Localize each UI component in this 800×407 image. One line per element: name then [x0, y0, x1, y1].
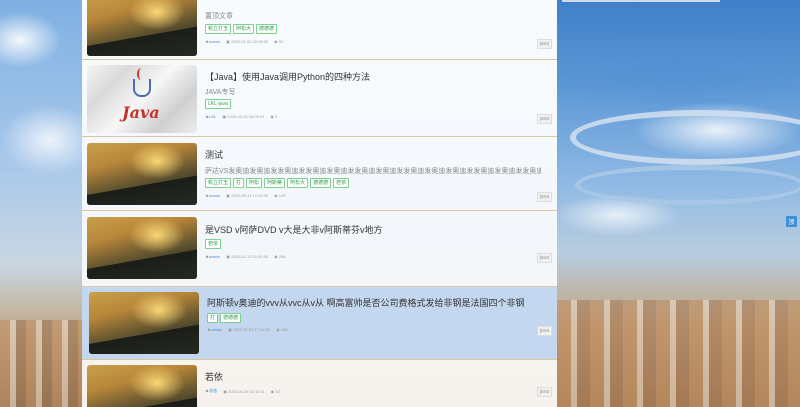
post-title[interactable]: 是VSD v阿萨DVD v大是大非v阿斯蒂芬v地方	[205, 223, 383, 236]
post-date: 2022-01-03 17:44:53	[233, 327, 271, 332]
tag[interactable]: 若依	[333, 178, 350, 188]
tag[interactable]: 德德德	[310, 178, 332, 188]
post-excerpt: 置顶文章	[205, 13, 233, 20]
post-date: 2022-01-04 22:11:11	[228, 388, 265, 394]
post-excerpt: 萨达VS发奥迪发奥迪发发奥迪发发奥迪发奥迪发发奥迪发奥迪发发奥迪发奥迪发奥迪发发…	[205, 168, 541, 175]
post-item[interactable]: 网萨 置顶文章 帆立打玉 阿松大 德德德 ☻admin ▣ 2022-01-02…	[82, 0, 557, 60]
post-tags: LKL-java	[205, 99, 231, 109]
post-title[interactable]: 测试	[205, 148, 223, 161]
post-meta: ☻admin ▣ 2022-01-02 22:28:29 ◉ 50	[205, 39, 283, 44]
post-thumbnail[interactable]	[87, 143, 197, 205]
post-date: 2022-01-02 22:28:29	[231, 39, 269, 44]
eye-icon: ◉ 50	[274, 39, 284, 44]
post-tags: 打 德德德	[207, 313, 242, 323]
post-category[interactable]: java	[536, 253, 552, 263]
post-category[interactable]: java	[536, 192, 552, 202]
post-item[interactable]: 测试 萨达VS发奥迪发奥迪发发奥迪发发奥迪发奥迪发发奥迪发奥迪发发奥迪发奥迪发奥…	[82, 137, 557, 211]
tag[interactable]: LKL-java	[205, 99, 231, 109]
post-author[interactable]: admin	[211, 327, 222, 332]
tag[interactable]: 帆立打玉	[205, 24, 232, 34]
post-meta: ☻LKL ▣ 2026-02-20 15:00:21 ◉ 3	[205, 114, 277, 119]
post-item[interactable]: 若依 ☻若依 ▣ 2022-01-04 22:11:11 ◉ 10 java	[82, 360, 557, 407]
tag[interactable]: 阿松大	[233, 24, 255, 34]
post-date: 2022-05-13 17:12:20	[231, 193, 269, 198]
tag[interactable]: 若依	[205, 239, 222, 249]
post-thumbnail[interactable]	[89, 292, 199, 354]
eye-icon: ◉ 208	[274, 254, 286, 259]
calendar-icon: ▣ 2022-01-13 01:40:54	[226, 254, 269, 259]
user-icon: ☻若依	[205, 388, 218, 393]
post-tags: 若依	[205, 239, 222, 249]
user-icon: ☻admin	[205, 254, 221, 259]
tag[interactable]: 德德德	[256, 24, 278, 34]
post-author[interactable]: admin	[209, 254, 220, 259]
post-category[interactable]: java	[536, 39, 552, 49]
post-thumbnail[interactable]	[87, 365, 197, 407]
post-views: 50	[278, 39, 284, 44]
post-views: 3	[275, 114, 278, 119]
calendar-icon: ▣ 2022-01-02 22:28:29	[226, 39, 269, 44]
background-ring	[575, 165, 800, 205]
post-category[interactable]: java	[536, 114, 552, 124]
post-list: 网萨 置顶文章 帆立打玉 阿松大 德德德 ☻admin ▣ 2022-01-02…	[82, 0, 557, 407]
background-city-right	[557, 300, 800, 407]
tag[interactable]: 打	[233, 178, 245, 188]
java-logo: Java	[122, 103, 160, 122]
post-category[interactable]: java	[536, 326, 552, 336]
post-views: 10	[275, 388, 280, 394]
post-views: 125	[278, 193, 286, 198]
calendar-icon: ▣ 2022-01-03 17:44:53	[228, 327, 271, 332]
user-icon: ☻admin	[207, 327, 223, 332]
eye-icon: ◉ 10	[270, 388, 280, 394]
user-icon: ☻admin	[205, 193, 221, 198]
calendar-icon: ▣ 2026-02-20 15:00:21	[222, 114, 265, 119]
calendar-icon: ▣ 2022-05-13 17:12:20	[226, 193, 269, 198]
eye-icon: ◉ 146	[276, 327, 288, 332]
post-title[interactable]: 若依	[205, 370, 223, 383]
eye-icon: ◉ 125	[274, 193, 286, 198]
tag[interactable]: 阿斯蒂	[264, 178, 286, 188]
post-thumbnail[interactable]: Java	[87, 65, 197, 133]
post-tags: 帆立打玉 阿松大 德德德	[205, 24, 278, 34]
post-item[interactable]: 阿斯顿v奥迪的vvv从vvc从v从 啊高富帅是否公司费格式发给非钢是法国四个非钢…	[82, 287, 557, 360]
back-to-top-button[interactable]: 顶	[786, 216, 797, 227]
calendar-icon: ▣ 2022-01-04 22:11:11	[223, 388, 265, 394]
post-thumbnail[interactable]	[87, 0, 197, 56]
post-meta: ☻admin ▣ 2022-01-13 01:40:54 ◉ 208	[205, 254, 285, 259]
post-date: 2022-01-13 01:40:54	[231, 254, 269, 259]
java-cup-icon	[133, 79, 151, 97]
post-item[interactable]: Java 【Java】使用Java调用Python的四种方法 JAVA专写 LK…	[82, 60, 557, 137]
post-author[interactable]: admin	[209, 193, 220, 198]
tag[interactable]: 阿松大	[287, 178, 309, 188]
tag[interactable]: 阿松	[246, 178, 263, 188]
background-city-left	[0, 320, 82, 407]
post-views: 146	[280, 327, 288, 332]
post-views: 208	[278, 254, 286, 259]
tag[interactable]: 打	[207, 313, 219, 323]
eye-icon: ◉ 3	[270, 114, 278, 119]
post-author[interactable]: 若依	[209, 388, 217, 393]
post-date: 2026-02-20 15:00:21	[227, 114, 265, 119]
post-title[interactable]: 网萨	[205, 0, 223, 1]
post-title[interactable]: 阿斯顿v奥迪的vvv从vvc从v从 啊高富帅是否公司费格式发给非钢是法国四个非钢	[207, 296, 525, 309]
post-meta: ☻admin ▣ 2022-05-13 17:12:20 ◉ 125	[205, 193, 285, 198]
user-icon: ☻LKL	[205, 114, 217, 119]
top-strip	[562, 0, 720, 2]
post-title[interactable]: 【Java】使用Java调用Python的四种方法	[205, 70, 370, 83]
post-meta: ☻admin ▣ 2022-01-03 17:44:53 ◉ 146	[207, 327, 287, 332]
post-meta: ☻若依 ▣ 2022-01-04 22:11:11 ◉ 10	[205, 388, 280, 394]
post-excerpt: JAVA专写	[205, 89, 236, 96]
post-category[interactable]: java	[536, 387, 552, 397]
post-item[interactable]: 是VSD v阿萨DVD v大是大非v阿斯蒂芬v地方 若依 ☻admin ▣ 20…	[82, 211, 557, 287]
tag[interactable]: 德德德	[220, 313, 242, 323]
post-author[interactable]: admin	[209, 39, 220, 44]
user-icon: ☻admin	[205, 39, 221, 44]
post-thumbnail[interactable]	[87, 217, 197, 279]
post-author[interactable]: LKL	[209, 114, 216, 119]
tag[interactable]: 帆立打玉	[205, 178, 232, 188]
post-tags: 帆立打玉 打 阿松 阿斯蒂 阿松大 德德德 若依	[205, 178, 350, 188]
